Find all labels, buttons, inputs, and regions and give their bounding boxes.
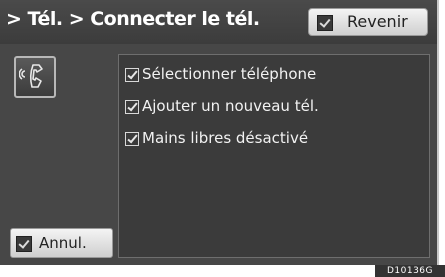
navigation-screen: > Tél. > Connecter le tél. Revenir Annul… [0,0,439,265]
voice-phone-button[interactable] [14,56,56,98]
back-button[interactable]: Revenir [308,8,428,36]
menu-item-label: Mains libres désactivé [142,129,309,147]
cancel-button[interactable]: Annul. [10,228,113,258]
menu-item-label: Ajouter un nouveau tél. [142,97,319,115]
checkbox-icon [16,236,32,252]
menu-item-handsfree[interactable]: Mains libres désactivé [125,129,425,151]
menu-item-add-phone[interactable]: Ajouter un nouveau tél. [125,97,425,119]
page-title: > Tél. > Connecter le tél. [6,8,260,30]
header-bar: > Tél. > Connecter le tél. Revenir [0,0,437,44]
figure-code: D10136G [375,265,445,277]
checkbox-icon [317,15,333,31]
checkbox-icon [125,68,139,82]
checkbox-icon [125,132,139,146]
menu-panel: Sélectionner téléphone Ajouter un nouvea… [118,54,430,258]
checkbox-icon [125,100,139,114]
cancel-button-label: Annul. [39,234,87,252]
menu-item-select-phone[interactable]: Sélectionner téléphone [125,65,425,87]
menu-item-label: Sélectionner téléphone [142,65,317,83]
voice-phone-icon [19,64,43,88]
back-button-label: Revenir [347,12,408,31]
